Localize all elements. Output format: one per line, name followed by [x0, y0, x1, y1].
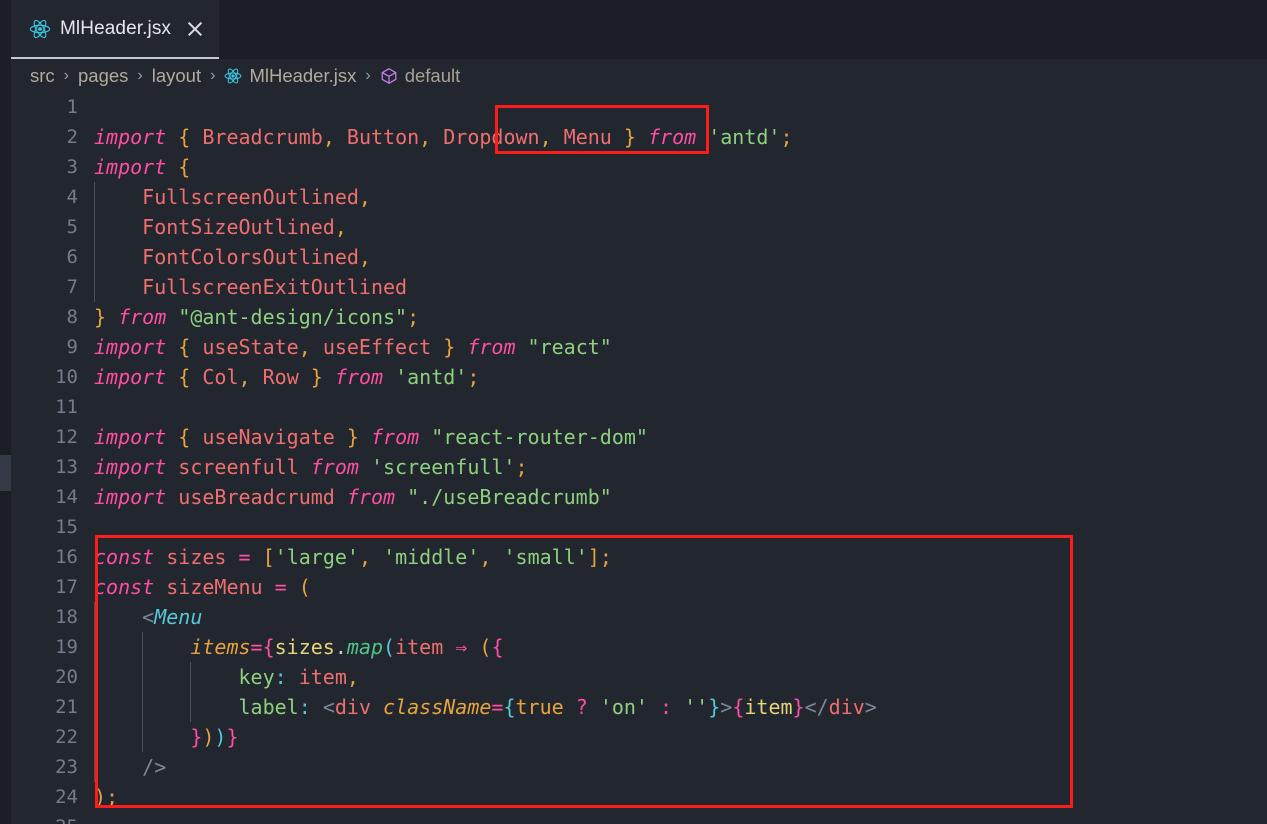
breadcrumb-label: pages: [78, 64, 129, 86]
line-number: 18: [55, 606, 78, 628]
line-number: 19: [55, 636, 78, 658]
code-line-content: } from "@ant-design/icons";: [94, 305, 420, 329]
line-number: 8: [66, 306, 78, 328]
code-line-content: FullscreenExitOutlined: [142, 275, 408, 299]
code-line-content: import { useNavigate } from "react-route…: [94, 425, 648, 449]
breadcrumb-label: MlHeader.jsx: [249, 64, 357, 86]
code-line[interactable]: 22 }))}: [0, 722, 1267, 752]
code-line[interactable]: 14 import useBreadcrumd from "./useBreadc…: [0, 482, 1267, 512]
react-icon: [29, 18, 51, 40]
code-line-content: );: [94, 785, 119, 809]
vscode-window: MlHeader.jsx src › pages › layout › MlHe…: [0, 0, 1267, 824]
indent-guide: [190, 662, 192, 722]
code-line-content: label: <div className={true ? 'on' : ''}…: [238, 695, 877, 719]
line-number: 24: [55, 786, 78, 808]
breadcrumb-label: src: [30, 64, 55, 86]
line-number: 4: [66, 186, 78, 208]
code-line[interactable]: 17 const sizeMenu = (: [0, 572, 1267, 602]
code-line-content: import { Col, Row } from 'antd';: [94, 365, 480, 389]
code-line[interactable]: 10 import { Col, Row } from 'antd';: [0, 362, 1267, 392]
line-number: 25: [0, 812, 78, 824]
code-line-content: const sizes = ['large', 'middle', 'small…: [94, 545, 612, 569]
line-number: 5: [66, 216, 78, 238]
close-icon[interactable]: [185, 19, 205, 39]
code-line-content: import { Breadcrumb, Button, Dropdown, M…: [94, 125, 793, 149]
code-line-content: import screenfull from 'screenfull';: [94, 455, 528, 479]
indent-guide: [142, 632, 144, 752]
code-line[interactable]: 11: [0, 392, 1267, 422]
code-line-content: FontSizeOutlined,: [142, 215, 347, 239]
line-number: 13: [55, 456, 78, 478]
breadcrumb-separator-icon: ›: [63, 66, 69, 84]
line-number: 6: [66, 246, 78, 268]
line-number: 22: [55, 726, 78, 748]
code-line[interactable]: 13 import screenfull from 'screenfull';: [0, 452, 1267, 482]
code-line[interactable]: 5 FontSizeOutlined,: [0, 212, 1267, 242]
line-number: 11: [55, 396, 78, 418]
code-line-content: }))}: [190, 725, 239, 749]
editor-tab-bar: MlHeader.jsx: [0, 0, 1267, 59]
code-line-content: />: [142, 755, 167, 779]
line-number: 16: [55, 546, 78, 568]
code-line-content: items={sizes.map(item ⇒ ({: [190, 635, 504, 659]
code-line[interactable]: 4 FullscreenOutlined,: [0, 182, 1267, 212]
breadcrumb-separator-icon: ›: [210, 66, 216, 84]
line-number: 7: [66, 276, 78, 298]
indent-guide: [94, 182, 95, 302]
code-line-content: import {: [94, 155, 191, 179]
code-line[interactable]: 9 import { useState, useEffect } from "re…: [0, 332, 1267, 362]
code-line[interactable]: 3 import {: [0, 152, 1267, 182]
breadcrumb: src › pages › layout › MlHeader.jsx › de…: [0, 59, 1267, 92]
line-number: 2: [66, 126, 78, 148]
line-number: 20: [55, 666, 78, 688]
line-number: 15: [55, 516, 78, 538]
breadcrumb-label: default: [404, 64, 461, 86]
code-line[interactable]: 1: [0, 92, 1267, 122]
code-line[interactable]: 2 import { Breadcrumb, Button, Dropdown, …: [0, 122, 1267, 152]
code-line[interactable]: 16 const sizes = ['large', 'middle', 'sma…: [0, 542, 1267, 572]
breadcrumb-item-mlheader[interactable]: MlHeader.jsx: [224, 65, 356, 87]
breadcrumb-item-default[interactable]: default: [380, 64, 461, 87]
breadcrumb-item-layout[interactable]: layout: [152, 65, 201, 87]
code-line-content: import { useState, useEffect } from "rea…: [94, 335, 612, 359]
breadcrumb-separator-icon: ›: [137, 66, 143, 84]
code-line[interactable]: 7 FullscreenExitOutlined: [0, 272, 1267, 302]
code-line[interactable]: 15: [0, 512, 1267, 542]
code-line[interactable]: 18 <Menu: [0, 602, 1267, 632]
activity-bar-edge: [0, 0, 11, 824]
code-line-content: FontColorsOutlined,: [142, 245, 371, 269]
line-number: 12: [55, 426, 78, 448]
code-line[interactable]: 23 />: [0, 752, 1267, 782]
line-number: 1: [66, 96, 78, 118]
line-number: 14: [55, 486, 78, 508]
react-icon: [224, 67, 242, 85]
code-line[interactable]: 25: [0, 812, 1267, 824]
line-number: 23: [55, 756, 78, 778]
code-line[interactable]: 8 } from "@ant-design/icons";: [0, 302, 1267, 332]
line-number: 10: [55, 366, 78, 388]
code-line-content: FullscreenOutlined,: [142, 185, 371, 209]
line-number: 17: [55, 576, 78, 598]
editor-tab-mlheader[interactable]: MlHeader.jsx: [11, 0, 220, 59]
line-number: 21: [55, 696, 78, 718]
symbol-object-icon: [380, 67, 398, 85]
code-line[interactable]: 6 FontColorsOutlined,: [0, 242, 1267, 272]
breadcrumb-label: layout: [151, 64, 202, 86]
code-line-content: key: item,: [238, 665, 359, 689]
code-line-content: const sizeMenu = (: [94, 575, 311, 599]
code-editor[interactable]: 1 2 import { Breadcrumb, Button, Dropdown,…: [0, 92, 1267, 824]
code-line-content: <Menu: [142, 605, 203, 629]
breadcrumb-separator-icon: ›: [365, 66, 371, 84]
code-line[interactable]: 12 import { useNavigate } from "react-rou…: [0, 422, 1267, 452]
breadcrumb-item-src[interactable]: src: [30, 65, 55, 87]
code-line[interactable]: 19 items={sizes.map(item ⇒ ({: [0, 632, 1267, 662]
code-line-content: import useBreadcrumd from "./useBreadcru…: [94, 485, 612, 509]
overview-ruler-mark[interactable]: [0, 455, 11, 491]
breadcrumb-item-pages[interactable]: pages: [78, 65, 128, 87]
line-number: 3: [66, 156, 78, 178]
indent-guide: [94, 602, 95, 782]
code-line[interactable]: 24);: [0, 782, 1267, 812]
editor-tab-label: MlHeader.jsx: [60, 17, 172, 39]
line-number: 9: [66, 336, 78, 358]
